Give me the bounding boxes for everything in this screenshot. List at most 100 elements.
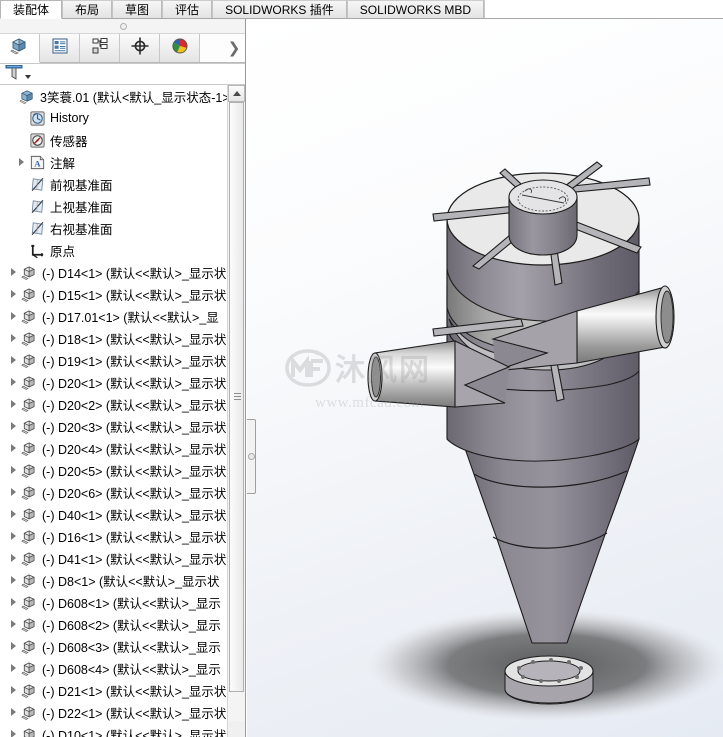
tree-row-label: (-) D18<1> (默认<<默认>_显示状 bbox=[42, 332, 227, 347]
expand-arrow-icon[interactable] bbox=[6, 554, 20, 562]
expand-arrow-icon[interactable] bbox=[6, 642, 20, 650]
expand-arrow-icon[interactable] bbox=[6, 356, 20, 364]
tree-filter-row[interactable] bbox=[0, 63, 245, 85]
tree-vertical-scrollbar[interactable] bbox=[227, 85, 245, 737]
part-icon bbox=[20, 330, 38, 347]
cyclone-separator-model[interactable] bbox=[247, 19, 723, 737]
panel-tab-property-manager[interactable] bbox=[40, 34, 80, 62]
tree-row[interactable]: (-) D14<1> (默认<<默认>_显示状 bbox=[0, 261, 228, 283]
part-icon bbox=[20, 286, 38, 303]
tree-row-label: (-) D20<6> (默认<<默认>_显示状 bbox=[42, 486, 227, 501]
expand-arrow-icon[interactable] bbox=[6, 488, 20, 496]
expand-arrow-icon[interactable] bbox=[6, 664, 20, 672]
tree-row-label: (-) D608<1> (默认<<默认>_显示 bbox=[42, 596, 221, 611]
tree-row[interactable]: (-) D21<1> (默认<<默认>_显示状 bbox=[0, 679, 228, 701]
filter-dropdown-caret-icon[interactable] bbox=[25, 74, 31, 79]
tree-row[interactable]: (-) D10<1> (默认<<默认>_显示状 bbox=[0, 723, 228, 737]
expand-arrow-icon[interactable] bbox=[6, 730, 20, 737]
tree-row[interactable]: (-) D8<1> (默认<<默认>_显示状 bbox=[0, 569, 228, 591]
tree-row[interactable]: 上视基准面 bbox=[0, 195, 228, 217]
tree-row-label: (-) D40<1> (默认<<默认>_显示状 bbox=[42, 508, 227, 523]
tree-row[interactable]: 原点 bbox=[0, 239, 228, 261]
tree-row[interactable]: 前视基准面 bbox=[0, 173, 228, 195]
tree-row[interactable]: (-) D17.01<1> (默认<<默认>_显 bbox=[0, 305, 228, 327]
panel-tab-feature-manager[interactable] bbox=[0, 34, 40, 63]
expand-arrow-icon[interactable] bbox=[6, 312, 20, 320]
scrollbar-track[interactable] bbox=[228, 102, 245, 721]
panel-collapse-grip[interactable] bbox=[0, 19, 245, 34]
expand-arrow-icon[interactable] bbox=[6, 422, 20, 430]
panel-tab-overflow-chevron-icon[interactable]: ❯ bbox=[223, 34, 245, 62]
expand-arrow-icon[interactable] bbox=[6, 532, 20, 540]
annotations-icon: A bbox=[28, 154, 46, 171]
tree-row[interactable]: (-) D20<5> (默认<<默认>_显示状 bbox=[0, 459, 228, 481]
expand-arrow-icon[interactable] bbox=[14, 158, 28, 166]
tree-root-row[interactable]: 3笑蓑.01 (默认<默认_显示状态-1>) bbox=[0, 85, 228, 107]
tree-row-label: (-) D41<1> (默认<<默认>_显示状 bbox=[42, 552, 227, 567]
tree-row[interactable]: (-) D20<2> (默认<<默认>_显示状 bbox=[0, 393, 228, 415]
expand-arrow-icon[interactable] bbox=[6, 444, 20, 452]
command-tab-assembly[interactable]: 装配体 bbox=[0, 0, 63, 19]
tree-row[interactable]: (-) D22<1> (默认<<默认>_显示状 bbox=[0, 701, 228, 723]
command-tab-layout[interactable]: 布局 bbox=[62, 0, 113, 18]
tree-row-label: 注解 bbox=[50, 156, 76, 171]
tree-row-label: (-) D8<1> (默认<<默认>_显示状 bbox=[42, 574, 220, 589]
tree-row[interactable]: (-) D20<3> (默认<<默认>_显示状 bbox=[0, 415, 228, 437]
expand-arrow-icon[interactable] bbox=[6, 466, 20, 474]
expand-arrow-icon[interactable] bbox=[6, 686, 20, 694]
scroll-up-button[interactable] bbox=[228, 85, 245, 102]
expand-arrow-icon[interactable] bbox=[6, 510, 20, 518]
tree-row[interactable]: (-) D20<4> (默认<<默认>_显示状 bbox=[0, 437, 228, 459]
panel-tab-configuration-manager[interactable] bbox=[80, 34, 120, 62]
expand-arrow-icon[interactable] bbox=[6, 620, 20, 628]
tree-row[interactable]: A 注解 bbox=[0, 151, 228, 173]
command-tab-solidworks-addins[interactable]: SOLIDWORKS 插件 bbox=[212, 0, 347, 18]
tree-row[interactable]: (-) D608<2> (默认<<默认>_显示 bbox=[0, 613, 228, 635]
hub-top-face bbox=[508, 179, 578, 215]
tree-row[interactable]: (-) D608<3> (默认<<默认>_显示 bbox=[0, 635, 228, 657]
panel-tab-strip: ❯ bbox=[0, 34, 245, 63]
tree-row[interactable]: 右视基准面 bbox=[0, 217, 228, 239]
expand-arrow-icon[interactable] bbox=[6, 708, 20, 716]
expand-arrow-icon[interactable] bbox=[6, 400, 20, 408]
scrollbar-thumb-grip-icon bbox=[234, 393, 241, 401]
tree-row[interactable]: (-) D20<6> (默认<<默认>_显示状 bbox=[0, 481, 228, 503]
command-tab-evaluate[interactable]: 评估 bbox=[162, 0, 213, 18]
filter-control[interactable] bbox=[4, 63, 31, 86]
panel-tab-display-manager[interactable] bbox=[160, 34, 200, 62]
expand-arrow-icon[interactable] bbox=[6, 268, 20, 276]
tree-row-label: (-) D21<1> (默认<<默认>_显示状 bbox=[42, 684, 227, 699]
tree-row[interactable]: 传感器 bbox=[0, 129, 228, 151]
tree-row-label: (-) D20<2> (默认<<默认>_显示状 bbox=[42, 398, 227, 413]
tree-row[interactable]: (-) D41<1> (默认<<默认>_显示状 bbox=[0, 547, 228, 569]
part-icon bbox=[20, 726, 38, 737]
tree-row[interactable]: (-) D15<1> (默认<<默认>_显示状 bbox=[0, 283, 228, 305]
command-tab-solidworks-mbd[interactable]: SOLIDWORKS MBD bbox=[346, 0, 485, 18]
expand-arrow-icon[interactable] bbox=[6, 576, 20, 584]
tree-row[interactable]: History bbox=[0, 107, 228, 129]
plane-icon bbox=[28, 220, 46, 237]
tree-row-label: (-) D14<1> (默认<<默认>_显示状 bbox=[42, 266, 227, 281]
filter-funnel-icon[interactable] bbox=[4, 63, 24, 86]
expand-arrow-icon[interactable] bbox=[6, 290, 20, 298]
scrollbar-thumb[interactable] bbox=[229, 102, 244, 692]
tree-row[interactable]: (-) D18<1> (默认<<默认>_显示状 bbox=[0, 327, 228, 349]
panel-splitter-handle[interactable] bbox=[247, 419, 256, 494]
expand-arrow-icon[interactable] bbox=[6, 334, 20, 342]
tree-row[interactable]: (-) D40<1> (默认<<默认>_显示状 bbox=[0, 503, 228, 525]
part-icon bbox=[20, 484, 38, 501]
tree-row[interactable]: (-) D20<1> (默认<<默认>_显示状 bbox=[0, 371, 228, 393]
tree-row[interactable]: (-) D608<1> (默认<<默认>_显示 bbox=[0, 591, 228, 613]
panel-tab-dimxpert-manager[interactable] bbox=[120, 34, 160, 62]
command-tab-sketch[interactable]: 草图 bbox=[112, 0, 163, 18]
panel-grip-dot bbox=[119, 23, 127, 30]
tree-row[interactable]: (-) D608<4> (默认<<默认>_显示 bbox=[0, 657, 228, 679]
graphics-viewport[interactable]: 沐风网 www.mfcad.com bbox=[247, 19, 723, 737]
tree-row[interactable]: (-) D19<1> (默认<<默认>_显示状 bbox=[0, 349, 228, 371]
expand-arrow-icon[interactable] bbox=[6, 378, 20, 386]
feature-tree[interactable]: 3笑蓑.01 (默认<默认_显示状态-1>) History 传感器 A 注解 … bbox=[0, 85, 228, 737]
tree-row-label: (-) D15<1> (默认<<默认>_显示状 bbox=[42, 288, 227, 303]
tree-row[interactable]: (-) D16<1> (默认<<默认>_显示状 bbox=[0, 525, 228, 547]
expand-arrow-icon[interactable] bbox=[6, 598, 20, 606]
origin-icon bbox=[28, 242, 46, 259]
